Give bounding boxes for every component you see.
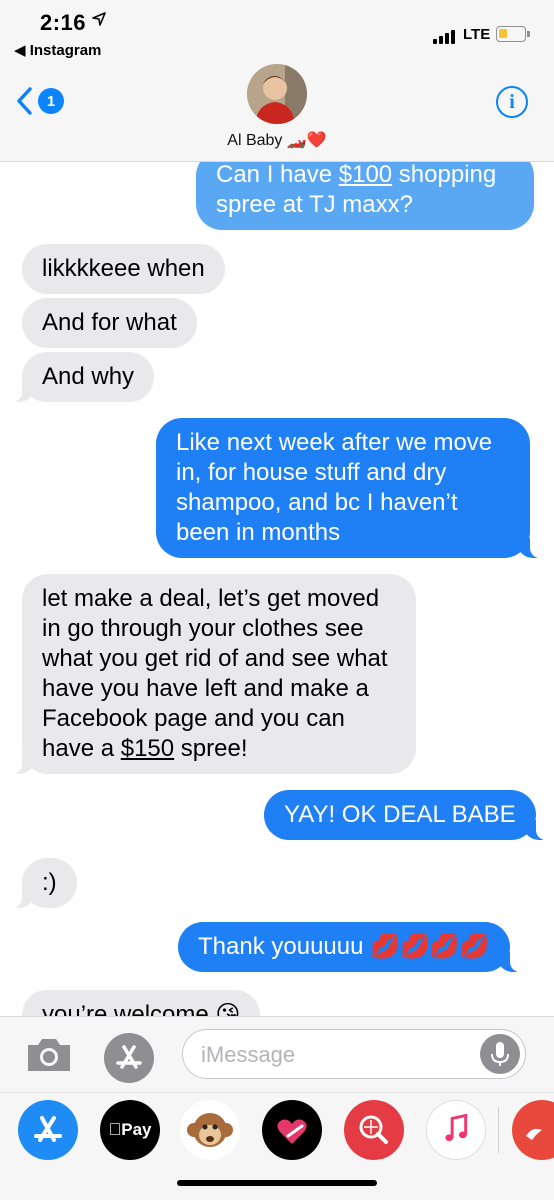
input-bar: iMessage xyxy=(0,1016,554,1092)
message-text: spree! xyxy=(174,735,248,762)
amount-link[interactable]: $150 xyxy=(121,735,174,762)
home-indicator[interactable] xyxy=(177,1180,377,1186)
partial-app[interactable] xyxy=(512,1100,554,1160)
amount-link[interactable]: $100 xyxy=(339,161,392,188)
location-arrow-icon xyxy=(92,12,106,26)
message-text: likkkkeee when xyxy=(42,255,205,282)
digital-touch-icon xyxy=(277,1119,307,1144)
conversation-header: 2:16 ◀ Instagram LTE 1 Al Baby 🏎️❤️ i xyxy=(0,0,554,162)
message-text: Like next week after we move in, for hou… xyxy=(176,429,493,546)
message-in-3[interactable]: And why xyxy=(9,352,155,402)
drawer-divider xyxy=(498,1107,499,1153)
apple-pay-label: Pay xyxy=(114,1120,151,1139)
message-text: :) xyxy=(42,869,57,896)
message-out-4[interactable]: Thank youuuuu 💋💋💋💋 xyxy=(178,922,522,972)
message-in-2[interactable]: And for what xyxy=(22,298,197,348)
message-text: And why xyxy=(42,363,135,390)
web-images-icon xyxy=(359,1115,388,1144)
status-bar: 2:16 ◀ Instagram LTE xyxy=(0,0,554,70)
message-out-2[interactable]: Like next week after we move in, for hou… xyxy=(156,418,542,558)
info-button[interactable]: i xyxy=(496,86,528,118)
dictation-button[interactable] xyxy=(480,1034,520,1074)
back-button[interactable]: 1 xyxy=(16,84,64,118)
message-text: YAY! OK DEAL BABE xyxy=(284,801,516,828)
message-out-3[interactable]: YAY! OK DEAL BABE xyxy=(264,790,548,840)
message-text: Can I have xyxy=(216,161,339,188)
cellular-signal-icon xyxy=(433,30,459,44)
unread-badge: 1 xyxy=(38,88,64,114)
microphone-icon xyxy=(491,1042,509,1066)
apple-pay-icon: Pay xyxy=(109,1120,152,1140)
battery-icon xyxy=(496,26,530,42)
message-text: And for what xyxy=(42,309,177,336)
avatar-photo xyxy=(247,64,307,124)
message-in-4[interactable]: let make a deal, let’s get moved in go t… xyxy=(10,574,416,774)
partial-app-icon xyxy=(526,1128,542,1140)
apps-button[interactable] xyxy=(104,1033,154,1083)
web-images-app[interactable] xyxy=(344,1100,404,1160)
digital-touch-app[interactable] xyxy=(262,1100,322,1160)
back-to-instagram-link[interactable]: ◀ Instagram xyxy=(14,41,101,59)
apple-pay-app[interactable]: Pay xyxy=(100,1100,160,1160)
animoji-app[interactable] xyxy=(180,1100,240,1160)
message-in-5[interactable]: :) xyxy=(10,858,77,908)
message-text: Thank youuuuu 💋💋💋💋 xyxy=(198,933,490,960)
app-store-app[interactable] xyxy=(18,1100,78,1160)
avatar[interactable] xyxy=(247,64,307,124)
message-input-placeholder: iMessage xyxy=(201,1042,296,1067)
app-store-icon xyxy=(116,1045,142,1069)
message-out-1[interactable]: Can I have $100 shopping spree at TJ max… xyxy=(196,150,534,230)
monkey-animoji-icon xyxy=(187,1113,233,1147)
music-icon xyxy=(445,1113,468,1142)
camera-icon[interactable] xyxy=(24,1035,74,1075)
music-app[interactable] xyxy=(426,1100,486,1160)
carrier-label: LTE xyxy=(463,26,491,43)
message-input[interactable]: iMessage xyxy=(182,1029,526,1079)
message-in-1[interactable]: likkkkeee when xyxy=(22,244,225,294)
chevron-left-icon xyxy=(17,87,32,115)
app-store-icon xyxy=(34,1116,62,1142)
contact-name[interactable]: Al Baby 🏎️❤️ xyxy=(0,130,554,150)
status-time: 2:16 xyxy=(40,10,87,35)
